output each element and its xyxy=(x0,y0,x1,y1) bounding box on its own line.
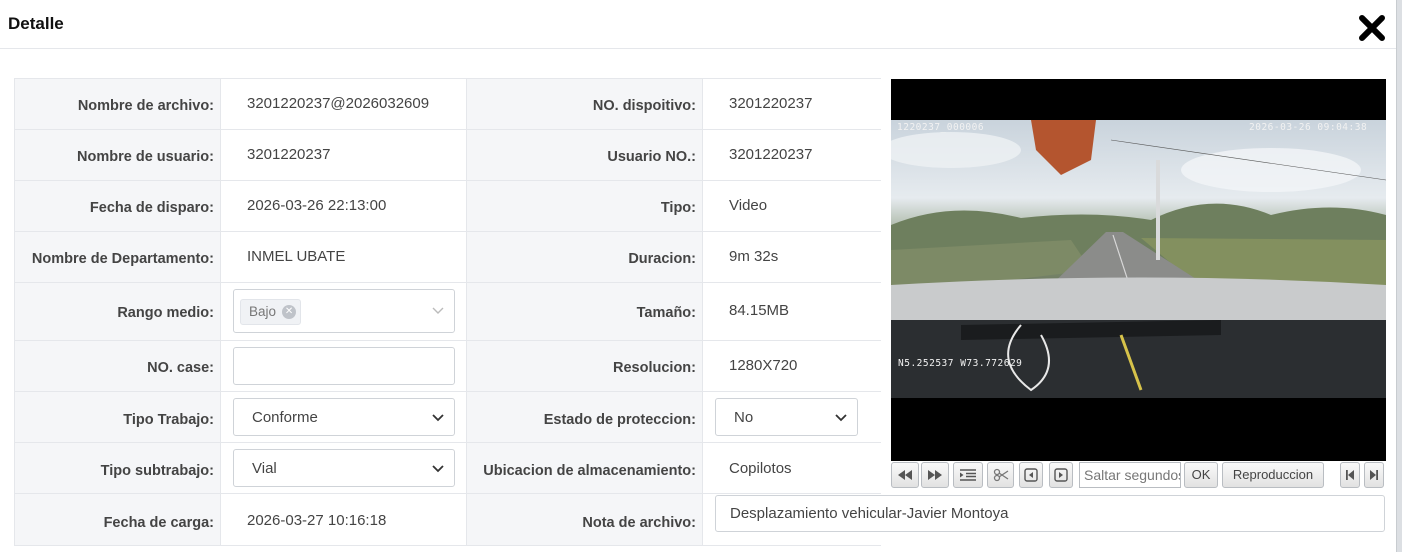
label-user-name: Nombre de usuario: xyxy=(77,149,214,165)
tag-remove-icon[interactable]: ✕ xyxy=(282,305,297,319)
scissors-icon[interactable] xyxy=(987,462,1014,488)
value-duration: 9m 32s xyxy=(729,248,779,265)
label-file-note: Nota de archivo: xyxy=(582,515,696,531)
table-row: Rango medio: Bajo ✕ Tamaño: 84.15MB xyxy=(15,283,881,341)
value-resolution: 1280X720 xyxy=(729,357,798,374)
label-storage-location: Ubicacion de almacenamiento: xyxy=(483,463,696,479)
skip-last-icon[interactable] xyxy=(1364,462,1384,488)
list-icon[interactable] xyxy=(953,462,983,488)
label-trigger-date: Fecha de disparo: xyxy=(89,200,214,216)
skip-first-icon[interactable] xyxy=(1340,462,1360,488)
jump-seconds-input[interactable]: Saltar segundos xyxy=(1079,462,1181,488)
label-medium-range: Rango medio: xyxy=(117,305,214,321)
table-row: Tipo subtrabajo: Vial Ubicacion de almac… xyxy=(15,443,881,494)
value-upload-date: 2026-03-27 10:16:18 xyxy=(247,512,387,529)
prev-frame-icon[interactable] xyxy=(1019,462,1043,488)
work-type-select[interactable]: Conforme xyxy=(233,398,455,436)
label-resolution: Resolucion: xyxy=(613,360,696,376)
label-device-no: NO. dispoitivo: xyxy=(592,98,696,114)
table-row: Nombre de usuario: 3201220237 Usuario NO… xyxy=(15,130,881,181)
osd-gps: N5.252537 W73.772629 xyxy=(898,358,1023,369)
label-case-no: NO. case: xyxy=(147,360,214,376)
value-size: 84.15MB xyxy=(729,302,790,319)
ok-button[interactable]: OK xyxy=(1184,462,1218,488)
dialog-title: Detalle xyxy=(8,14,64,33)
chevron-down-icon xyxy=(432,465,444,473)
label-file-name: Nombre de archivo: xyxy=(77,98,214,114)
label-type: Tipo: xyxy=(660,200,696,216)
video-frame xyxy=(891,120,1386,398)
fast-forward-icon[interactable] xyxy=(921,462,949,488)
value-trigger-date: 2026-03-26 22:13:00 xyxy=(247,197,387,214)
tag-chip: Bajo ✕ xyxy=(240,299,302,325)
osd-timestamp: 2026-03-26 09:04:38 xyxy=(1249,122,1368,133)
close-icon[interactable] xyxy=(1356,12,1388,44)
value-user-no: 3201220237 xyxy=(729,146,813,163)
value-file-name: 3201220237@2026032609 xyxy=(247,95,430,112)
video-frame-image xyxy=(891,120,1386,398)
subwork-type-select[interactable]: Vial xyxy=(233,449,455,487)
dialog-header: Detalle xyxy=(0,0,1396,49)
player-controls: Saltar segundos OK Reproduccion xyxy=(891,461,1386,489)
label-size: Tamaño: xyxy=(636,305,696,321)
value-device-no: 3201220237 xyxy=(729,95,813,112)
chevron-down-icon xyxy=(432,414,444,422)
label-upload-date: Fecha de carga: xyxy=(103,515,214,531)
work-type-value: Conforme xyxy=(252,409,318,426)
protection-status-value: No xyxy=(734,409,754,426)
chevron-down-icon xyxy=(432,307,444,314)
label-subwork-type: Tipo subtrabajo: xyxy=(100,463,214,479)
table-row: NO. case: Resolucion: 1280X720 xyxy=(15,341,881,392)
osd-channel: 1220237_000006 xyxy=(897,122,985,133)
chevron-down-icon xyxy=(835,414,847,422)
value-type: Video xyxy=(729,197,768,214)
rewind-icon[interactable] xyxy=(891,462,919,488)
value-storage-location: Copilotos xyxy=(729,460,792,477)
label-department: Nombre de Departamento: xyxy=(31,251,214,267)
video-player[interactable]: 1220237_000006 2026-03-26 09:04:38 N5.25… xyxy=(891,79,1386,461)
table-row: Fecha de disparo: 2026-03-26 22:13:00 Ti… xyxy=(15,181,881,232)
detail-dialog: Detalle Nombre de archivo: 3201220237@20… xyxy=(0,0,1397,552)
label-user-no: Usuario NO.: xyxy=(607,149,696,165)
table-row: Nombre de Departamento: INMEL UBATE Dura… xyxy=(15,232,881,283)
file-note-input[interactable]: Desplazamiento vehicular-Javier Montoya xyxy=(715,495,1385,532)
table-row: Tipo Trabajo: Conforme Estado de protecc… xyxy=(15,392,881,443)
playback-button[interactable]: Reproduccion xyxy=(1222,462,1324,488)
case-no-input[interactable] xyxy=(233,347,455,385)
medium-range-select[interactable]: Bajo ✕ xyxy=(233,289,455,333)
tag-label: Bajo xyxy=(249,304,277,319)
protection-status-select[interactable]: No xyxy=(715,398,858,436)
detail-table: Nombre de archivo: 3201220237@2026032609… xyxy=(14,78,881,546)
value-department: INMEL UBATE xyxy=(247,248,346,265)
table-row: Nombre de archivo: 3201220237@2026032609… xyxy=(15,79,881,130)
subwork-type-value: Vial xyxy=(252,460,277,477)
label-protection-status: Estado de proteccion: xyxy=(543,412,696,428)
value-user-name: 3201220237 xyxy=(247,146,331,163)
next-frame-icon[interactable] xyxy=(1049,462,1073,488)
label-duration: Duracion: xyxy=(628,251,696,267)
label-work-type: Tipo Trabajo: xyxy=(123,412,214,428)
